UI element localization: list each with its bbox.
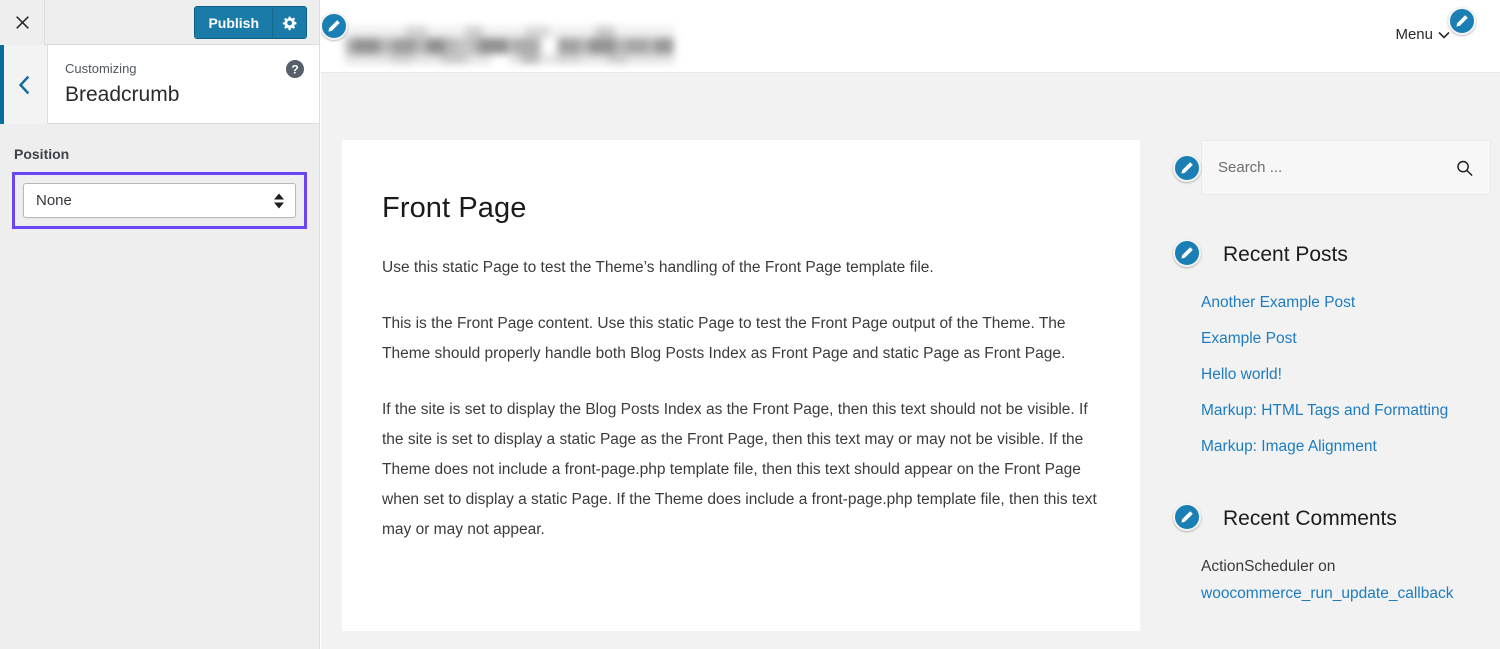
customizer-sidebar: Publish Customizing Breadcrumb ? Positio… bbox=[0, 0, 320, 649]
pencil-edit-icon bbox=[1181, 162, 1193, 174]
comment-author: ActionScheduler on bbox=[1201, 558, 1336, 575]
chevron-left-icon bbox=[18, 75, 29, 94]
site-sidebar: Search ... Recent Posts Another Example … bbox=[1173, 140, 1491, 616]
list-item: Markup: Image Alignment bbox=[1201, 433, 1491, 460]
site-menu-label: Menu bbox=[1395, 26, 1433, 43]
customizer-topbar: Publish bbox=[0, 0, 319, 45]
comment-post-link[interactable]: woocommerce_run_update_callback bbox=[1201, 585, 1453, 602]
close-customizer-button[interactable] bbox=[0, 0, 45, 45]
edit-search-widget-pencil-button[interactable] bbox=[1173, 154, 1201, 182]
section-title: Breadcrumb bbox=[65, 83, 180, 106]
pencil-edit-icon bbox=[1456, 15, 1468, 27]
site-logo-blurred bbox=[345, 18, 674, 64]
site-preview: Menu Front Page Use this static Page to … bbox=[321, 0, 1500, 649]
publish-settings-button[interactable] bbox=[273, 7, 306, 38]
chevron-down-icon bbox=[1438, 31, 1450, 39]
gear-icon bbox=[282, 16, 296, 30]
recent-comments-list: ActionScheduler on woocommerce_run_updat… bbox=[1201, 553, 1491, 607]
recent-post-link[interactable]: Markup: HTML Tags and Formatting bbox=[1201, 402, 1448, 419]
section-titles: Customizing Breadcrumb ? bbox=[48, 45, 319, 123]
customizer-screen: Publish Customizing Breadcrumb ? Positio… bbox=[0, 0, 1500, 649]
edit-recent-posts-pencil-button[interactable] bbox=[1173, 239, 1201, 267]
site-menu-toggle[interactable]: Menu bbox=[1395, 26, 1450, 43]
page-paragraph-3: If the site is set to display the Blog P… bbox=[382, 401, 1097, 538]
customizing-eyebrow: Customizing bbox=[65, 61, 137, 76]
page-paragraph-2: This is the Front Page content. Use this… bbox=[382, 315, 1066, 362]
search-placeholder: Search ... bbox=[1218, 159, 1283, 176]
recent-post-link[interactable]: Hello world! bbox=[1201, 366, 1282, 383]
list-item: Hello world! bbox=[1201, 361, 1491, 388]
pencil-edit-icon bbox=[1181, 511, 1193, 523]
help-button[interactable]: ? bbox=[285, 59, 305, 79]
recent-comments-title: Recent Comments bbox=[1223, 507, 1397, 530]
list-item: ActionScheduler on woocommerce_run_updat… bbox=[1201, 553, 1491, 607]
position-select-value: None bbox=[36, 192, 72, 209]
edit-logo-pencil-button[interactable] bbox=[321, 12, 348, 40]
page-content-card: Front Page Use this static Page to test … bbox=[342, 140, 1140, 631]
close-icon bbox=[15, 15, 29, 29]
list-item: Example Post bbox=[1201, 325, 1491, 352]
publish-group: Publish bbox=[195, 7, 306, 38]
search-icon[interactable] bbox=[1456, 159, 1473, 176]
page-title: Front Page bbox=[382, 192, 527, 224]
recent-post-link[interactable]: Markup: Image Alignment bbox=[1201, 438, 1377, 455]
edit-menu-pencil-button[interactable] bbox=[1448, 7, 1476, 35]
pencil-edit-icon bbox=[1181, 247, 1193, 259]
recent-posts-title: Recent Posts bbox=[1223, 243, 1348, 266]
position-control-label: Position bbox=[14, 146, 70, 162]
list-item: Markup: HTML Tags and Formatting bbox=[1201, 397, 1491, 424]
customizer-controls: Position None bbox=[0, 124, 319, 649]
publish-button[interactable]: Publish bbox=[195, 7, 273, 38]
site-header: Menu bbox=[321, 0, 1500, 73]
select-stepper-arrows-icon bbox=[274, 193, 284, 208]
recent-post-link[interactable]: Example Post bbox=[1201, 330, 1297, 347]
recent-post-link[interactable]: Another Example Post bbox=[1201, 294, 1355, 311]
edit-recent-comments-pencil-button[interactable] bbox=[1173, 503, 1201, 531]
recent-posts-list: Another Example Post Example Post Hello … bbox=[1201, 289, 1491, 460]
search-input[interactable]: Search ... bbox=[1201, 140, 1491, 195]
page-paragraph-1: Use this static Page to test the Theme’s… bbox=[382, 259, 934, 276]
list-item: Another Example Post bbox=[1201, 289, 1491, 316]
position-control-highlight: None bbox=[12, 172, 307, 229]
section-accent-bar bbox=[0, 45, 4, 124]
back-button[interactable] bbox=[0, 45, 48, 124]
position-select[interactable]: None bbox=[23, 183, 296, 218]
help-icon: ? bbox=[286, 60, 304, 78]
svg-text:?: ? bbox=[291, 63, 298, 77]
customizer-section-header: Customizing Breadcrumb ? bbox=[0, 45, 319, 124]
pencil-edit-icon bbox=[328, 20, 340, 32]
